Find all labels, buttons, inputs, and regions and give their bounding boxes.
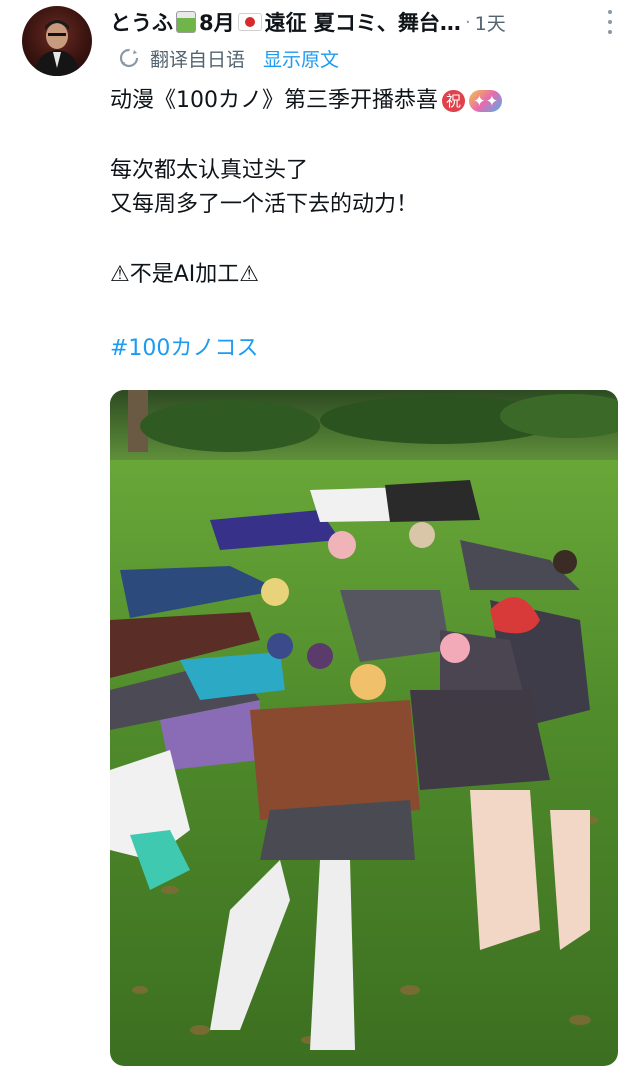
celebrate-chip-icon: 祝 [442, 90, 466, 112]
show-original-link[interactable]: 显示原文 [263, 45, 339, 72]
post-line-1: 动漫《100カノ》第三季开播恭喜祝 ✦✦ [110, 84, 620, 118]
post-header: とうふ 8月 遠征 夏コミ、舞台… · 1天 [110, 6, 620, 38]
post-text: 动漫《100カノ》第三季开播恭喜祝 ✦✦ 每次都太认真过头了 又每周多了一个活下去… [110, 84, 620, 366]
post-line-2: 每次都太认真过头了 [110, 158, 309, 183]
avatar[interactable] [22, 6, 92, 76]
japan-flag-emoji-icon [237, 13, 262, 31]
translated-from-label: 翻译自日语 [150, 48, 246, 71]
post-line-4: ⚠不是AI加工⚠ [110, 262, 259, 287]
more-options-icon[interactable] [606, 10, 614, 34]
hashtag-link[interactable]: #100カノコス [110, 332, 620, 366]
milk-carton-emoji-icon [176, 11, 196, 33]
separator-dot: · [464, 11, 471, 33]
post-photo[interactable] [110, 390, 618, 1066]
translation-bar: 翻译自日语 显示原文 [118, 44, 339, 72]
display-name[interactable]: とうふ 8月 遠征 夏コミ、舞台… [110, 7, 461, 37]
celebration-emoji-icon: ✦✦ [469, 90, 503, 112]
post-line-3: 又每周多了一个活下去的动力！ [110, 192, 419, 217]
translate-icon [119, 48, 139, 68]
timestamp[interactable]: 1天 [475, 9, 506, 36]
